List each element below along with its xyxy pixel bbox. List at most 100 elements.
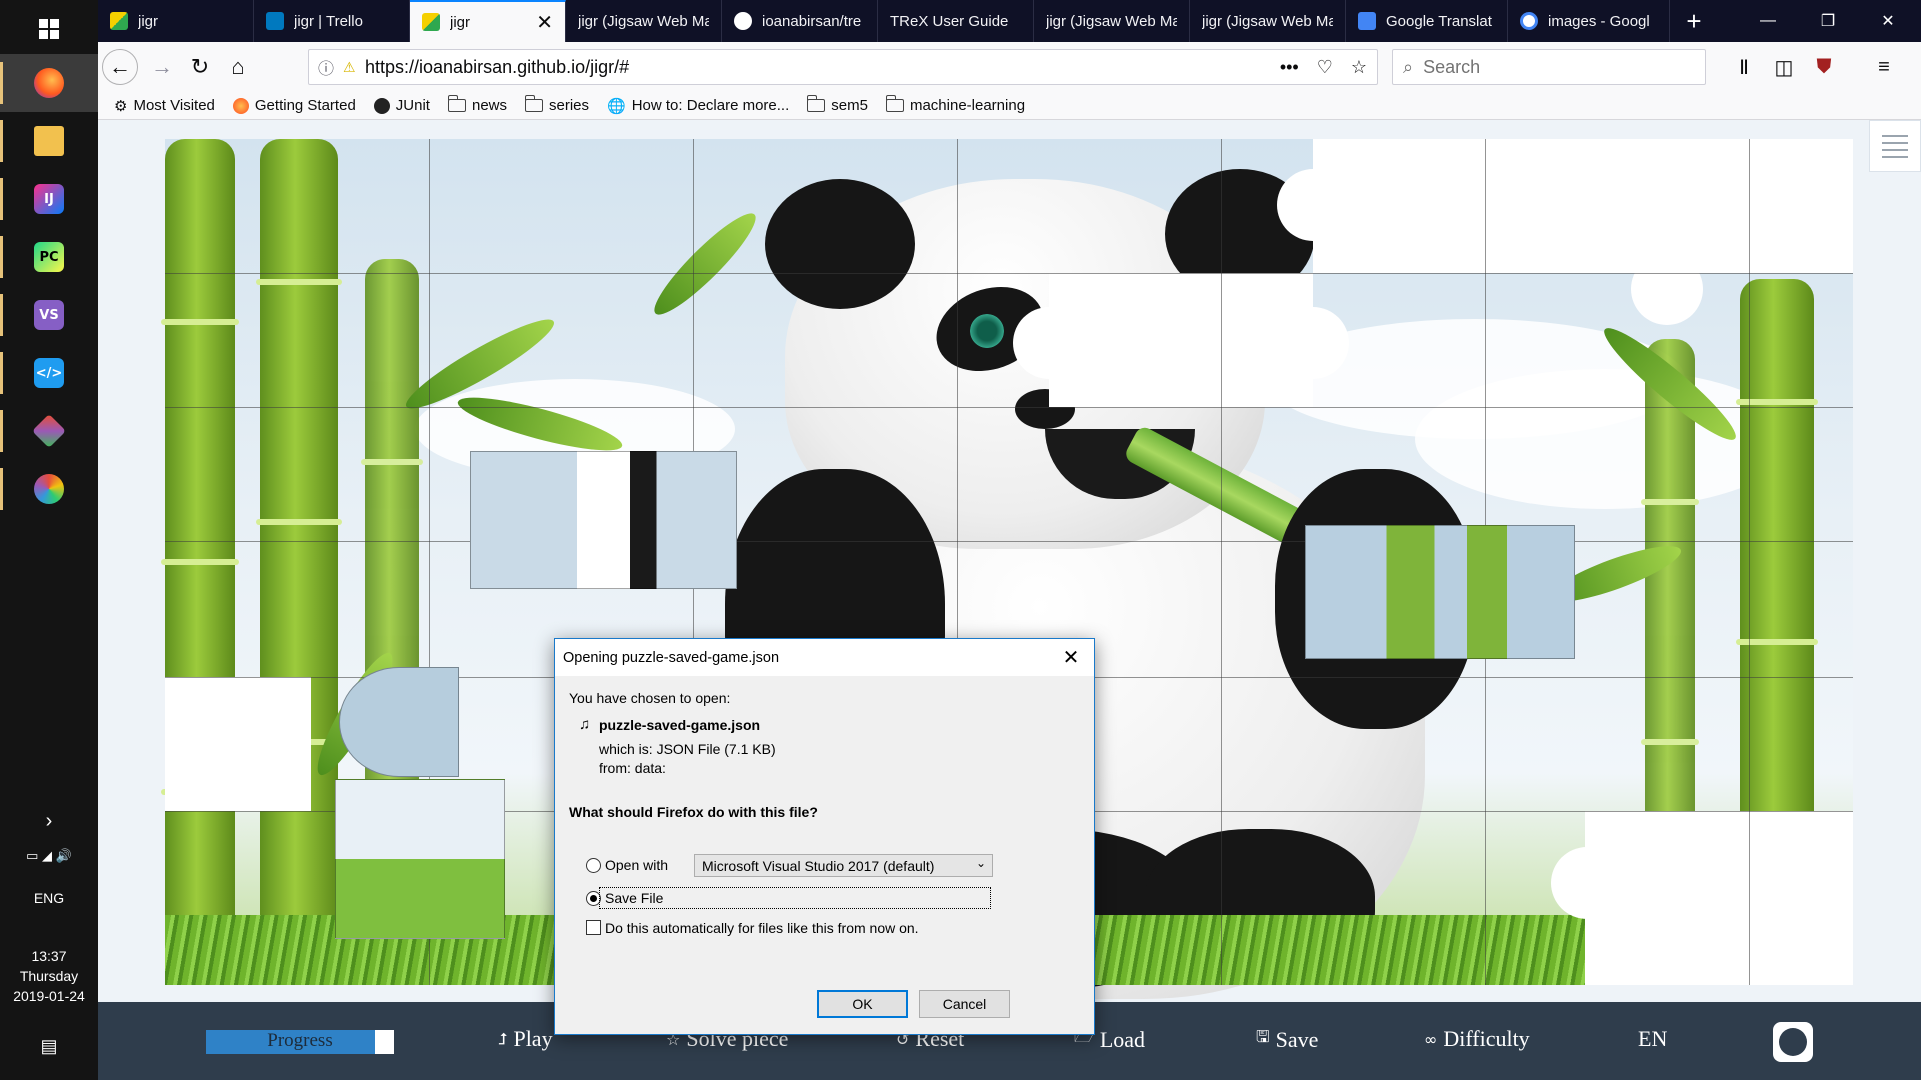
bookmark-label: Most Visited [133,97,215,114]
bookmark-folder-news[interactable]: news [447,95,508,114]
github-link[interactable] [1773,1022,1813,1062]
difficulty-button[interactable]: ∞ Difficulty [1424,1026,1530,1052]
pocket-icon[interactable]: ♡ [1317,57,1333,78]
trello-favicon-icon [266,12,284,30]
close-tab-icon[interactable]: ✕ [528,10,553,35]
save-file-label[interactable]: Save File [605,890,663,906]
tab-trex-guide[interactable]: TReX User Guide [878,0,1034,42]
bookmark-folder-series[interactable]: series [525,95,590,114]
missing-piece-bottom-left [165,677,311,811]
bookmark-junit[interactable]: JUnit [373,97,430,114]
paint-icon [34,474,64,504]
library-icon[interactable]: Ⅱ [1726,49,1762,85]
taskbar-file-explorer[interactable] [0,112,98,170]
system-tray: › ▭ ◢ 🔊 ENG 13:37 Thursday 2019-01-24 ▤ [0,810,98,1080]
notification-icon[interactable]: ▤ [0,1036,98,1057]
taskbar-vscode[interactable]: </> [0,344,98,402]
taskbar-visual-studio[interactable]: VS [0,286,98,344]
address-bar[interactable]: ⓘ ⚠ https://ioanabirsan.github.io/jigr/#… [308,49,1378,85]
vscode-icon: </> [34,358,64,388]
open-with-label[interactable]: Open with [605,857,668,873]
back-button[interactable]: ← [102,49,138,85]
home-button[interactable]: ⌂ [220,49,256,85]
url-text[interactable]: https://ioanabirsan.github.io/jigr/# [365,57,629,78]
bookmarks-toolbar: ⚙ Most Visited Getting Started JUnit news… [98,92,1921,120]
bookmark-label: Getting Started [254,97,356,114]
restore-button[interactable]: ❐ [1798,0,1858,42]
menu-toggle-button[interactable] [1869,120,1921,172]
open-with-radio[interactable] [586,858,601,873]
tab-google-images[interactable]: images - Googl [1508,0,1670,42]
tab-title: ioanabirsan/tre [762,12,862,30]
tab-jigr-doc-3[interactable]: jigr (Jigsaw Web Ma [1190,0,1346,42]
clock-day: Thursday [19,968,79,984]
tab-strip: jigr jigr | Trello jigr ✕ jigr (Jigsaw W… [98,0,1921,42]
tab-github[interactable]: ioanabirsan/tre [722,0,878,42]
bookmark-label: series [549,97,590,114]
bookmark-folder-sem5[interactable]: sem5 [807,95,868,114]
start-button[interactable] [0,0,98,58]
save-button[interactable]: 🖫 Save [1256,1026,1318,1053]
open-with-app-select[interactable]: Microsoft Visual Studio 2017 (default) ⌄ [694,854,993,877]
tab-jigr-doc-1[interactable]: jigr (Jigsaw Web Ma [566,0,722,42]
file-type-icon: ♫ [579,716,591,733]
minimize-button[interactable]: — [1738,0,1798,42]
tray-status-icons[interactable]: ▭ ◢ 🔊 [0,848,98,864]
close-window-button[interactable]: ✕ [1858,0,1918,42]
search-icon: ⌕ [1403,56,1414,77]
tab-jigr-active[interactable]: jigr ✕ [410,0,566,42]
taskbar-firefox[interactable] [0,54,98,112]
missing-piece-top-right [1313,139,1853,273]
taskbar-intellij[interactable]: IJ [0,170,98,228]
floppy-disk-icon: 🖫 [1256,1027,1270,1046]
search-box[interactable]: ⌕ Search [1392,49,1706,85]
auto-label[interactable]: Do this automatically for files like thi… [605,920,919,936]
search-placeholder: Search [1423,56,1481,77]
bookmark-folder-machine-learning[interactable]: machine-learning [885,95,1025,114]
tab-trello[interactable]: jigr | Trello [254,0,410,42]
cancel-button[interactable]: Cancel [919,990,1010,1018]
chevron-right-icon[interactable]: › [0,810,98,833]
page-actions-icon[interactable]: ••• [1280,57,1299,78]
play-button[interactable]: ⮥ Play [498,1026,553,1052]
sidebar-icon[interactable]: ◫ [1766,49,1802,85]
loose-puzzle-piece[interactable] [335,779,505,939]
bookmark-getting-started[interactable]: Getting Started [232,97,356,114]
loose-puzzle-piece[interactable] [339,667,459,777]
taskbar-git-tool[interactable] [0,402,98,460]
open-file-dialog: Opening puzzle-saved-game.json ✕ You hav… [554,638,1095,1035]
open-with-app-value: Microsoft Visual Studio 2017 (default) [702,857,935,874]
loose-puzzle-piece[interactable] [1305,525,1575,659]
language-indicator[interactable]: ENG [0,890,98,906]
pycharm-icon: PC [34,242,64,272]
tab-jigr-1[interactable]: jigr [98,0,254,42]
tab-jigr-doc-2[interactable]: jigr (Jigsaw Web Ma [1034,0,1190,42]
github-icon [1779,1028,1807,1056]
bookmark-label: news [471,97,508,114]
reload-button[interactable]: ↻ [182,49,218,85]
new-tab-button[interactable]: + [1672,0,1716,42]
loose-puzzle-piece[interactable] [470,451,737,589]
bookmark-most-visited[interactable]: ⚙ Most Visited [114,97,215,115]
taskbar-paint[interactable] [0,460,98,518]
folder-icon [807,95,826,112]
auto-checkbox[interactable] [586,920,601,935]
insecure-lock-icon[interactable]: ⚠ [343,59,365,76]
save-label: Save [1275,1026,1319,1052]
bookmark-declare-more[interactable]: 🌐 How to: Declare more... [607,97,789,115]
bookmark-label: sem5 [831,97,868,114]
hamburger-menu-icon[interactable]: ≡ [1866,49,1902,85]
forward-button[interactable]: → [144,49,180,85]
clock-time[interactable]: 13:37 [0,948,98,964]
language-toggle[interactable]: EN [1638,1026,1667,1052]
info-icon[interactable]: ⓘ [309,55,343,79]
ok-button[interactable]: OK [817,990,908,1018]
tab-google-translate[interactable]: Google Translat [1346,0,1508,42]
ublock-icon[interactable]: ⛊ [1806,49,1842,85]
infinity-icon: ∞ [1424,1029,1438,1049]
reload-icon: ↻ [190,54,210,79]
bookmark-star-icon[interactable]: ☆ [1351,57,1367,78]
taskbar-pycharm[interactable]: PC [0,228,98,286]
missing-piece-bottom-right [1585,811,1853,985]
dialog-close-button[interactable]: ✕ [1048,639,1094,676]
